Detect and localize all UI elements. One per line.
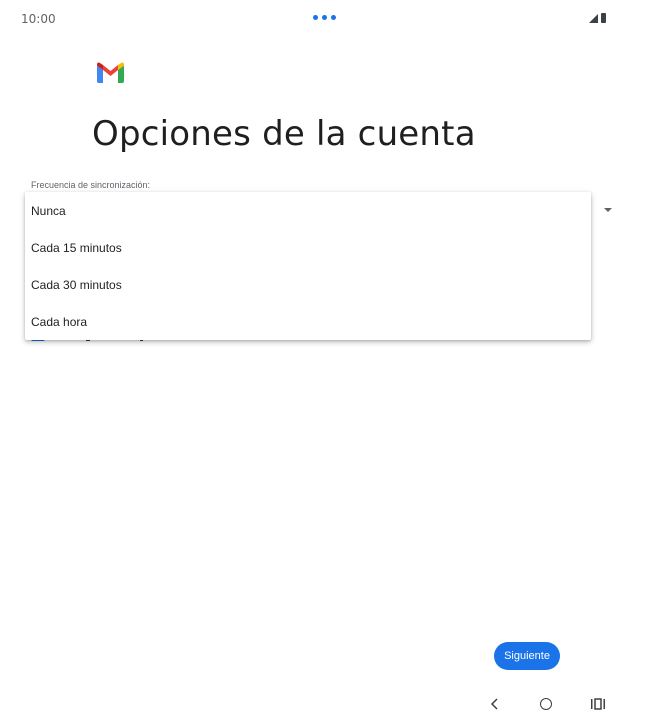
status-time: 10:00 xyxy=(21,12,56,26)
option-nunca[interactable]: Nunca xyxy=(25,192,591,229)
option-cada-hora[interactable]: Cada hora xyxy=(25,303,591,340)
next-button[interactable]: Siguiente xyxy=(494,642,560,670)
status-bar: 10:00 xyxy=(0,0,652,40)
navigation-bar xyxy=(0,690,652,726)
home-icon[interactable] xyxy=(540,698,552,710)
back-icon[interactable] xyxy=(487,696,501,712)
sync-frequency-dropdown-menu: Nunca Cada 15 minutos Cada 30 minutos Ca… xyxy=(25,192,591,340)
sync-frequency-label: Frecuencia de sincronización: xyxy=(31,180,151,190)
dropdown-arrow-icon[interactable] xyxy=(604,208,612,212)
recents-icon[interactable] xyxy=(590,697,606,711)
status-dots-icon xyxy=(313,15,336,20)
option-cada-30-minutos[interactable]: Cada 30 minutos xyxy=(25,266,591,303)
page-title: Opciones de la cuenta xyxy=(92,114,476,154)
battery-icon xyxy=(601,13,606,23)
status-icons xyxy=(589,13,606,23)
signal-icon xyxy=(589,13,598,23)
gmail-logo-icon xyxy=(97,62,124,83)
option-cada-15-minutos[interactable]: Cada 15 minutos xyxy=(25,229,591,266)
